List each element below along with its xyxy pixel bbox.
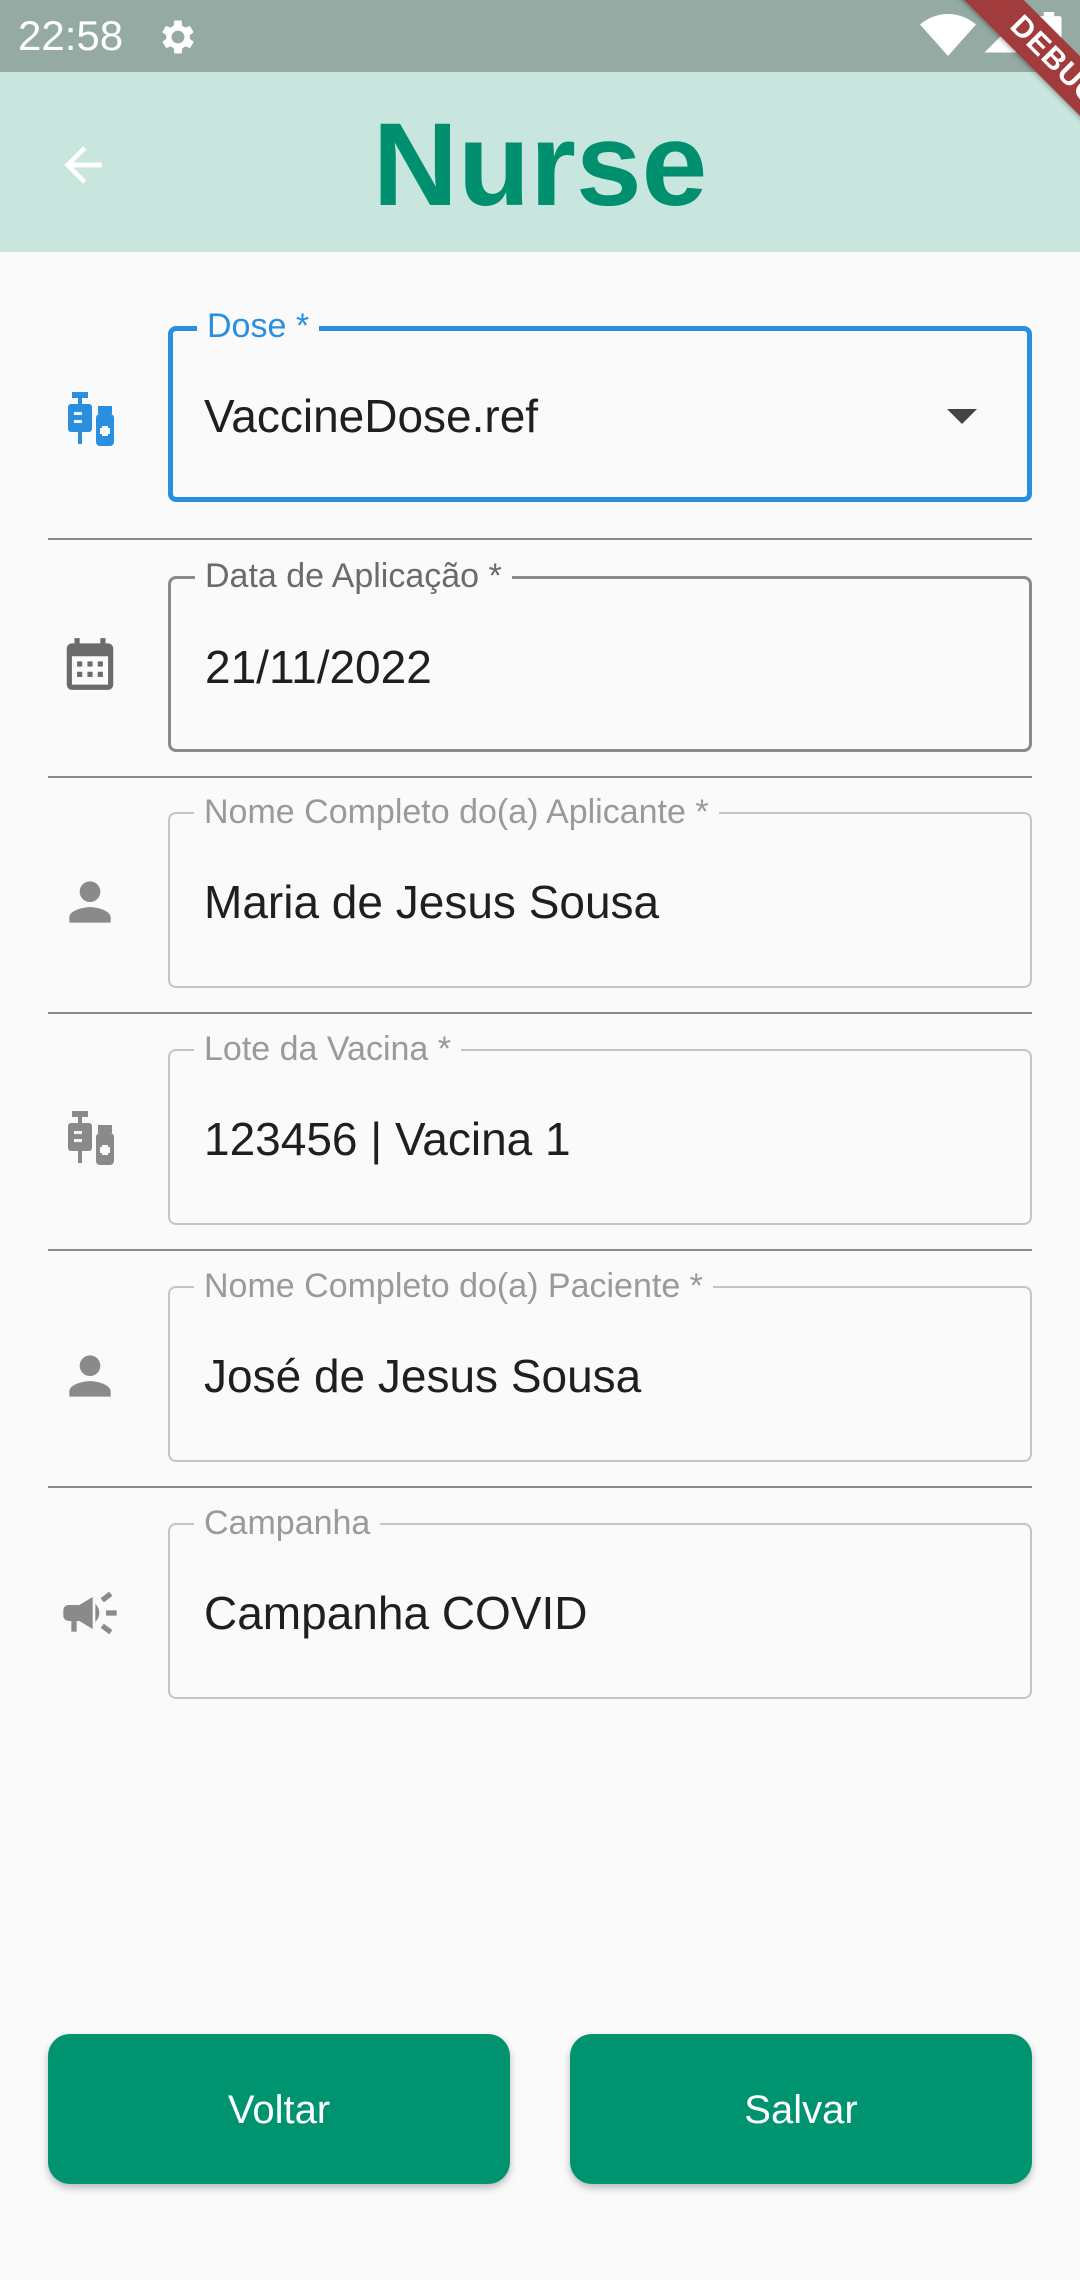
status-time: 22:58 [18, 12, 124, 59]
form-row-applicant: Nome Completo do(a) Aplicante * Maria de… [48, 792, 1032, 992]
patient-field: Nome Completo do(a) Paciente * José de J… [168, 1266, 1032, 1462]
calendar-icon [54, 628, 126, 700]
person-icon [54, 1340, 126, 1412]
campaign-icon [54, 1577, 126, 1649]
batch-field: Lote da Vacina * 123456 | Vacina 1 [168, 1029, 1032, 1225]
applicant-label: Nome Completo do(a) Aplicante * [194, 792, 719, 832]
campaign-label: Campanha [194, 1503, 381, 1543]
back-action-button[interactable]: Voltar [48, 2034, 510, 2184]
date-label: Data de Aplicação * [195, 556, 512, 596]
person-icon [54, 866, 126, 938]
page-title: Nurse [372, 99, 708, 231]
dose-value: VaccineDose.ref [204, 390, 539, 442]
date-field[interactable]: Data de Aplicação * 21/11/2022 [168, 556, 1032, 752]
date-value: 21/11/2022 [205, 641, 432, 693]
status-bar: 22:58 [0, 0, 1080, 72]
batch-value: 123456 | Vacina 1 [204, 1113, 571, 1165]
batch-label: Lote da Vacina * [194, 1029, 461, 1069]
form-row-dose: Dose * VaccineDose.ref [48, 306, 1032, 520]
dose-dropdown[interactable]: Dose * VaccineDose.ref [168, 306, 1032, 502]
divider [48, 538, 1032, 540]
dose-label: Dose * [197, 306, 320, 346]
gear-icon [162, 20, 194, 54]
app-bar: Nurse [0, 72, 1080, 252]
patient-label: Nome Completo do(a) Paciente * [194, 1266, 713, 1306]
wifi-icon [920, 14, 976, 56]
form-row-campaign: Campanha Campanha COVID [48, 1503, 1032, 1703]
signal-icon [984, 17, 1020, 53]
campaign-value: Campanha COVID [204, 1587, 588, 1639]
dropdown-arrow-icon[interactable] [947, 409, 977, 424]
vaccine-icon [54, 1103, 126, 1175]
divider [48, 1249, 1032, 1251]
form-row-batch: Lote da Vacina * 123456 | Vacina 1 [48, 1029, 1032, 1229]
patient-value: José de Jesus Sousa [204, 1350, 642, 1402]
save-button[interactable]: Salvar [570, 2034, 1032, 2184]
form-row-patient: Nome Completo do(a) Paciente * José de J… [48, 1266, 1032, 1466]
form-row-date: Data de Aplicação * 21/11/2022 [48, 556, 1032, 756]
applicant-value: Maria de Jesus Sousa [204, 876, 660, 928]
divider [48, 776, 1032, 778]
vaccine-icon [54, 384, 126, 456]
applicant-field: Nome Completo do(a) Aplicante * Maria de… [168, 792, 1032, 988]
campaign-field: Campanha Campanha COVID [168, 1503, 1032, 1699]
divider [48, 1486, 1032, 1488]
divider [48, 1012, 1032, 1014]
battery-icon [1036, 12, 1062, 58]
